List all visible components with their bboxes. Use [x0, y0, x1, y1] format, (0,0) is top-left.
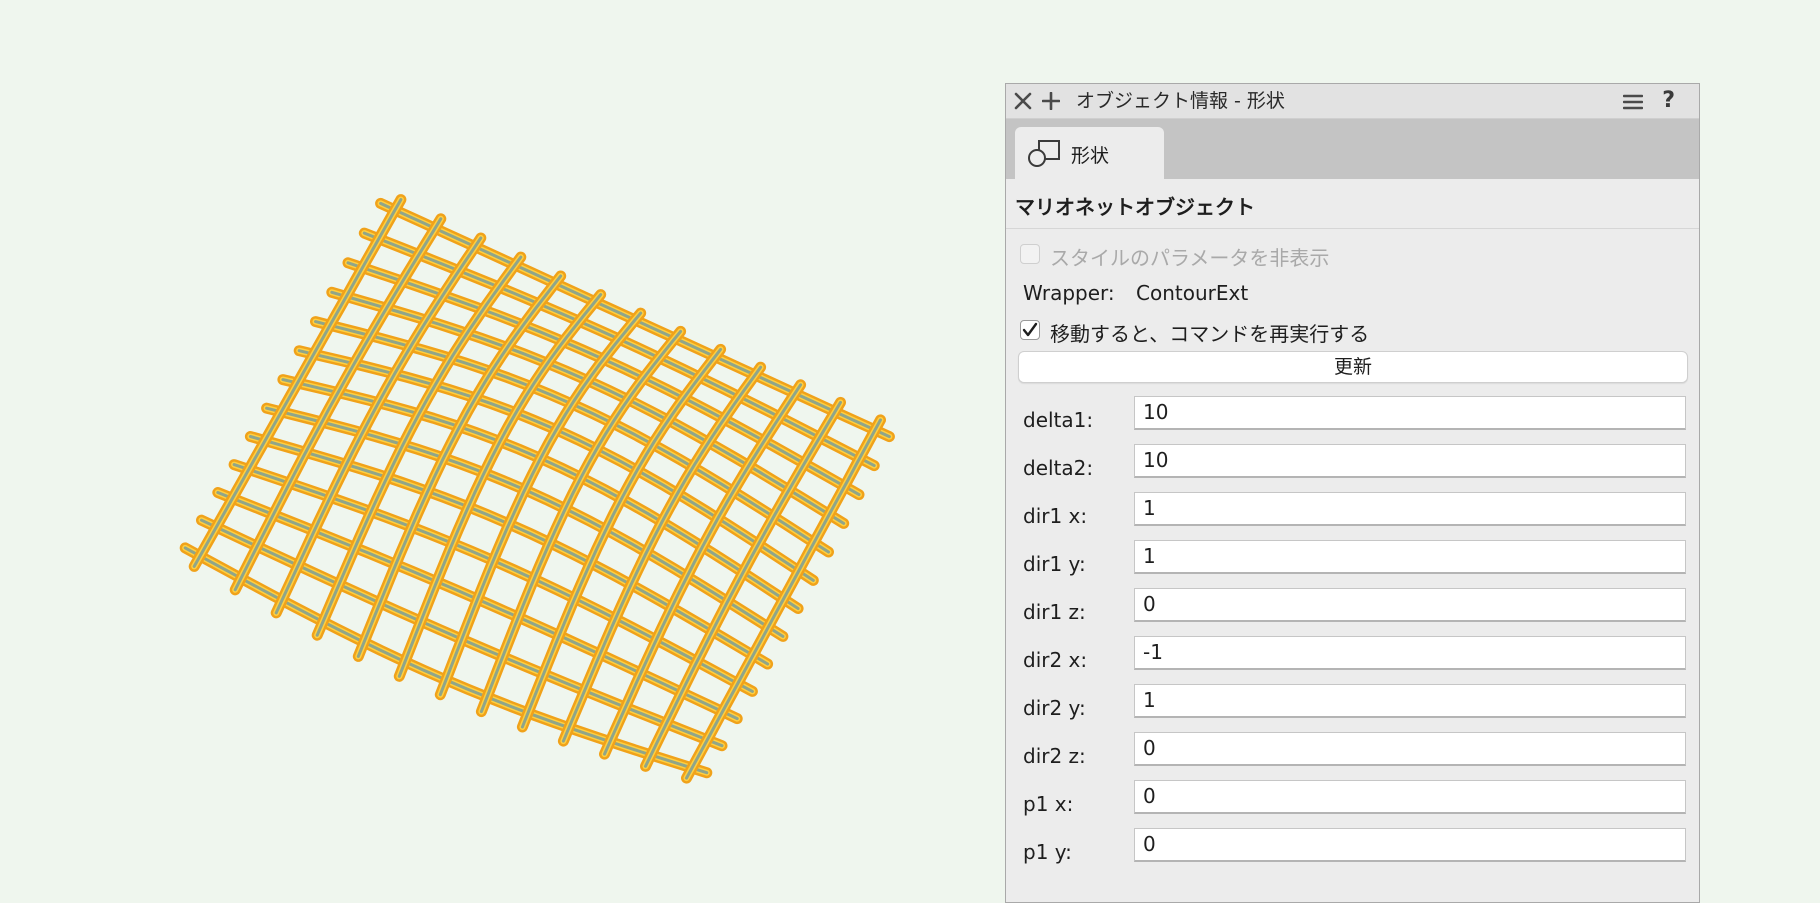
param-label: dir2 y:	[1023, 696, 1086, 720]
param-input[interactable]: 1	[1134, 492, 1686, 526]
palette-titlebar: オブジェクト情報 - 形状 ?	[1006, 84, 1699, 119]
param-row: dir2 z: 0	[1006, 732, 1699, 780]
param-input[interactable]: 10	[1134, 444, 1686, 478]
section-title: マリオネットオブジェクト	[1015, 195, 1255, 219]
rerun-on-move-label: 移動すると、コマンドを再実行する	[1050, 322, 1370, 346]
param-label: dir2 x:	[1023, 648, 1088, 672]
hamburger-menu-icon[interactable]	[1623, 93, 1643, 111]
param-label: dir1 z:	[1023, 600, 1086, 624]
param-input[interactable]: 1	[1134, 540, 1686, 574]
param-label: p1 y:	[1023, 840, 1072, 864]
palette-tab-strip: 形状	[1006, 119, 1699, 179]
param-input[interactable]: -1	[1134, 636, 1686, 670]
rerun-on-move-row: 移動すると、コマンドを再実行する	[1006, 311, 1699, 351]
hide-style-params-checkbox[interactable]	[1020, 244, 1040, 264]
param-input[interactable]: 10	[1134, 396, 1686, 430]
rerun-on-move-checkbox[interactable]	[1020, 320, 1040, 340]
update-button[interactable]: 更新	[1018, 351, 1688, 383]
update-row: 更新	[1006, 351, 1699, 396]
param-input[interactable]: 0	[1134, 588, 1686, 622]
param-input[interactable]: 0	[1134, 732, 1686, 766]
hide-style-params-row: スタイルのパラメータを非表示	[1006, 229, 1699, 270]
wrapper-row: Wrapper: ContourExt	[1006, 270, 1699, 311]
param-label: delta2:	[1023, 456, 1094, 480]
param-input[interactable]: 1	[1134, 684, 1686, 718]
shape-icon	[1028, 140, 1060, 167]
help-icon[interactable]: ?	[1662, 88, 1675, 114]
tab-shape-label: 形状	[1071, 145, 1110, 167]
param-label: dir2 z:	[1023, 744, 1086, 768]
param-input[interactable]: 0	[1134, 828, 1686, 862]
hide-style-params-label: スタイルのパラメータを非表示	[1050, 246, 1330, 270]
palette-title: オブジェクト情報 - 形状	[1076, 90, 1285, 112]
object-info-palette: オブジェクト情報 - 形状 ? 形状 マリオネットオブジェクト スタイルのパラメ…	[1005, 83, 1700, 903]
parameter-fields: delta1: 10 delta2: 10 dir1 x: 1 dir1 y: 1 dir1 z…	[1006, 396, 1699, 876]
close-icon[interactable]	[1014, 92, 1032, 110]
param-row: p1 x: 0	[1006, 780, 1699, 828]
param-label: dir1 y:	[1023, 552, 1086, 576]
checkmark-icon	[1022, 322, 1038, 337]
param-label: p1 x:	[1023, 792, 1074, 816]
plus-icon[interactable]	[1042, 92, 1060, 110]
param-label: delta1:	[1023, 408, 1094, 432]
param-input[interactable]: 0	[1134, 780, 1686, 814]
param-row: dir1 y: 1	[1006, 540, 1699, 588]
section-header: マリオネットオブジェクト	[1006, 179, 1699, 229]
param-row: dir1 x: 1	[1006, 492, 1699, 540]
param-row: dir1 z: 0	[1006, 588, 1699, 636]
param-row: dir2 x: -1	[1006, 636, 1699, 684]
param-row: delta2: 10	[1006, 444, 1699, 492]
param-label: dir1 x:	[1023, 504, 1088, 528]
wrapper-value: ContourExt	[1136, 281, 1249, 305]
tab-shape[interactable]: 形状	[1015, 127, 1164, 179]
contour-lattice-object[interactable]	[0, 0, 1000, 880]
param-row: p1 y: 0	[1006, 828, 1699, 876]
param-row: delta1: 10	[1006, 396, 1699, 444]
drawing-viewport[interactable]	[0, 0, 1000, 880]
wrapper-label: Wrapper:	[1023, 281, 1115, 305]
param-row: dir2 y: 1	[1006, 684, 1699, 732]
